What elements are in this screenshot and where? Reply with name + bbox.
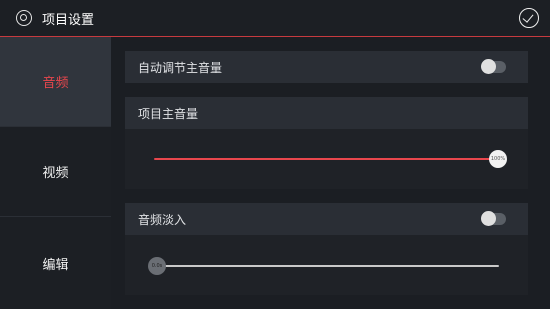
header-bar: 项目设置 (0, 0, 550, 37)
audio-fade-in-slider-track[interactable] (154, 265, 499, 267)
audio-fade-in-slider-thumb[interactable]: 0.0s (148, 257, 166, 275)
sidebar-item-video[interactable]: 视频 (0, 127, 111, 217)
master-volume-panel: 项目主音量 100% (125, 97, 528, 189)
sidebar-item-audio[interactable]: 音频 (0, 37, 111, 127)
sidebar-item-edit[interactable]: 编辑 (0, 217, 111, 309)
master-volume-slider-track[interactable] (154, 158, 497, 160)
audio-fade-in-label: 音频淡入 (138, 212, 187, 227)
sidebar-item-label: 视频 (42, 166, 69, 181)
auto-master-volume-toggle[interactable] (481, 59, 506, 74)
sidebar-item-label: 音频 (42, 76, 69, 91)
sidebar: 音频 视频 编辑 (0, 37, 111, 309)
confirm-check-icon[interactable] (519, 8, 539, 28)
auto-master-volume-row: 自动调节主音量 (125, 51, 528, 83)
page-title: 项目设置 (42, 13, 95, 28)
auto-master-volume-label: 自动调节主音量 (138, 60, 223, 75)
audio-fade-in-toggle[interactable] (481, 211, 506, 226)
settings-content: 自动调节主音量 项目主音量 100% 音频淡入 0.0s (111, 37, 550, 309)
audio-fade-in-value: 0.0s (151, 263, 163, 269)
master-volume-label: 项目主音量 (138, 106, 199, 121)
master-volume-value: 100% (490, 156, 506, 162)
master-volume-slider-thumb[interactable]: 100% (489, 150, 507, 168)
audio-fade-in-panel: 音频淡入 0.0s (125, 203, 528, 295)
app-logo-icon (16, 10, 32, 26)
sidebar-item-label: 编辑 (42, 257, 69, 273)
